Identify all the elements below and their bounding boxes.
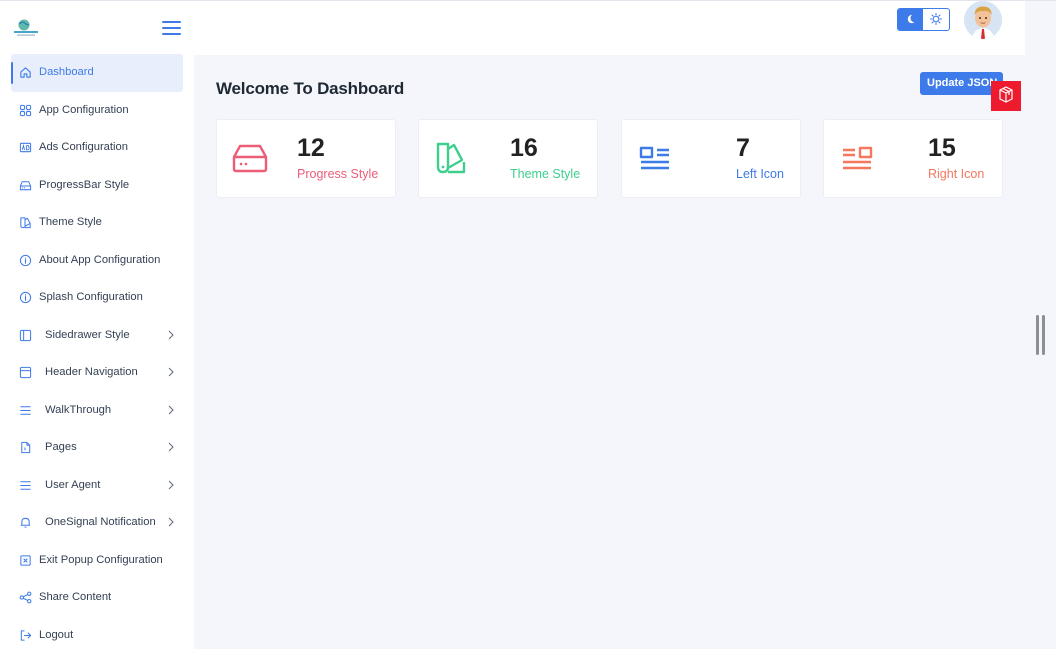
ad-icon (19, 142, 32, 153)
sidebar-item-label: Pages (45, 441, 77, 453)
sidebar-item-label: Header Navigation (45, 366, 138, 378)
sidebar-item-share-content[interactable]: Share Content (11, 579, 183, 617)
chevron-right-icon (168, 330, 174, 339)
sidebar-item-label: OneSignal Notification (45, 516, 156, 528)
sidebar-item-label: Dashboard (39, 66, 94, 78)
sidebar-item-label: Theme Style (39, 216, 102, 228)
swatch-icon (436, 142, 466, 174)
stat-value: 7 (736, 134, 750, 162)
sidebar-item-label: Sidedrawer Style (45, 328, 130, 341)
stat-card-right-icon[interactable]: 15 Right Icon (823, 119, 1003, 198)
sidebar-item-label: WalkThrough (45, 403, 112, 416)
chevron-right-icon (168, 405, 174, 414)
sidebar-item-label: Splash Configuration (39, 291, 143, 303)
logout-icon (20, 629, 32, 641)
page-title: Welcome To Dashboard (216, 79, 405, 98)
sidebar-item-label: Logout (39, 628, 74, 641)
chevron-right-icon (168, 367, 174, 377)
progressbar-icon (19, 180, 32, 190)
file-icon (21, 441, 31, 454)
sidebar-item-app-configuration[interactable]: App Configuration (11, 92, 183, 130)
moon-icon[interactable] (898, 9, 923, 30)
stat-label: Right Icon (928, 167, 985, 181)
sidebar-item-ads-configuration[interactable]: Ads Configuration (11, 129, 183, 167)
sidebar-item-theme-style[interactable]: Theme Style (11, 204, 183, 242)
sidebar: Dashboard App Configuration Ads Configur… (0, 1, 194, 649)
sidebar-layout-icon (19, 329, 32, 341)
info-icon (19, 254, 32, 266)
sidebar-item-dashboard[interactable]: Dashboard (11, 54, 183, 92)
window-icon (19, 366, 32, 379)
swatch-icon (20, 217, 31, 229)
stat-label: Theme Style (510, 167, 581, 181)
sidebar-item-label: App Configuration (39, 103, 129, 116)
cube-icon[interactable] (991, 81, 1021, 111)
scrollbar-handle[interactable] (1036, 315, 1046, 355)
right-icon-layout (843, 146, 873, 170)
sidebar-item-label: About App Configuration (39, 253, 161, 266)
stat-value: 16 (510, 134, 538, 162)
sun-icon[interactable] (925, 9, 949, 30)
hamburger-icon[interactable] (162, 19, 182, 37)
sidebar-item-progressbar-style[interactable]: ProgressBar Style (11, 167, 183, 205)
sidebar-item-about-app-configuration[interactable]: About App Configuration (11, 242, 183, 280)
theme-toggle[interactable] (897, 8, 950, 31)
sidebar-item-walkthrough[interactable]: WalkThrough (11, 392, 183, 430)
sidebar-item-label: Share Content (39, 591, 112, 603)
grid-icon (19, 104, 32, 116)
sidebar-item-sidedrawer-style[interactable]: Sidedrawer Style (11, 317, 183, 355)
user-avatar[interactable] (964, 1, 1002, 39)
stat-value: 15 (928, 134, 956, 162)
stat-card-progress-style[interactable]: 12 Progress Style (216, 119, 396, 198)
sidebar-item-logout[interactable]: Logout (11, 617, 183, 649)
stat-value: 12 (297, 134, 325, 162)
sidebar-item-pages[interactable]: Pages (11, 429, 183, 467)
sidebar-item-label: Ads Configuration (39, 141, 128, 153)
chevron-right-icon (168, 517, 174, 527)
home-icon (20, 67, 31, 78)
stat-card-theme-style[interactable]: 16 Theme Style (418, 119, 598, 198)
stat-label: Progress Style (297, 167, 379, 181)
chevron-right-icon (168, 442, 174, 452)
sidebar-item-label: Exit Popup Configuration (39, 553, 163, 566)
sidebar-item-splash-configuration[interactable]: Splash Configuration (11, 279, 183, 317)
sidebar-nav: Dashboard App Configuration Ads Configur… (11, 54, 183, 649)
close-square-icon (20, 554, 31, 566)
sidebar-item-onesignal-notification[interactable]: OneSignal Notification (11, 504, 183, 542)
menu-lines-icon (20, 405, 31, 415)
left-icon-layout (639, 146, 669, 170)
info-icon (19, 291, 32, 304)
sidebar-item-header-navigation[interactable]: Header Navigation (11, 354, 183, 392)
sidebar-item-exit-popup-configuration[interactable]: Exit Popup Configuration (11, 542, 183, 580)
globe-logo[interactable] (13, 18, 39, 38)
sidebar-item-label: ProgressBar Style (39, 178, 130, 191)
chevron-right-icon (168, 480, 174, 489)
menu-lines-icon (20, 480, 31, 490)
stat-label: Left Icon (736, 167, 784, 181)
sidebar-item-label: User Agent (45, 478, 101, 491)
bell-icon (20, 517, 31, 528)
stat-card-left-icon[interactable]: 7 Left Icon (621, 119, 801, 198)
sidebar-item-user-agent[interactable]: User Agent (11, 467, 183, 505)
share-icon (19, 591, 32, 604)
storage-drive-icon (232, 144, 268, 173)
